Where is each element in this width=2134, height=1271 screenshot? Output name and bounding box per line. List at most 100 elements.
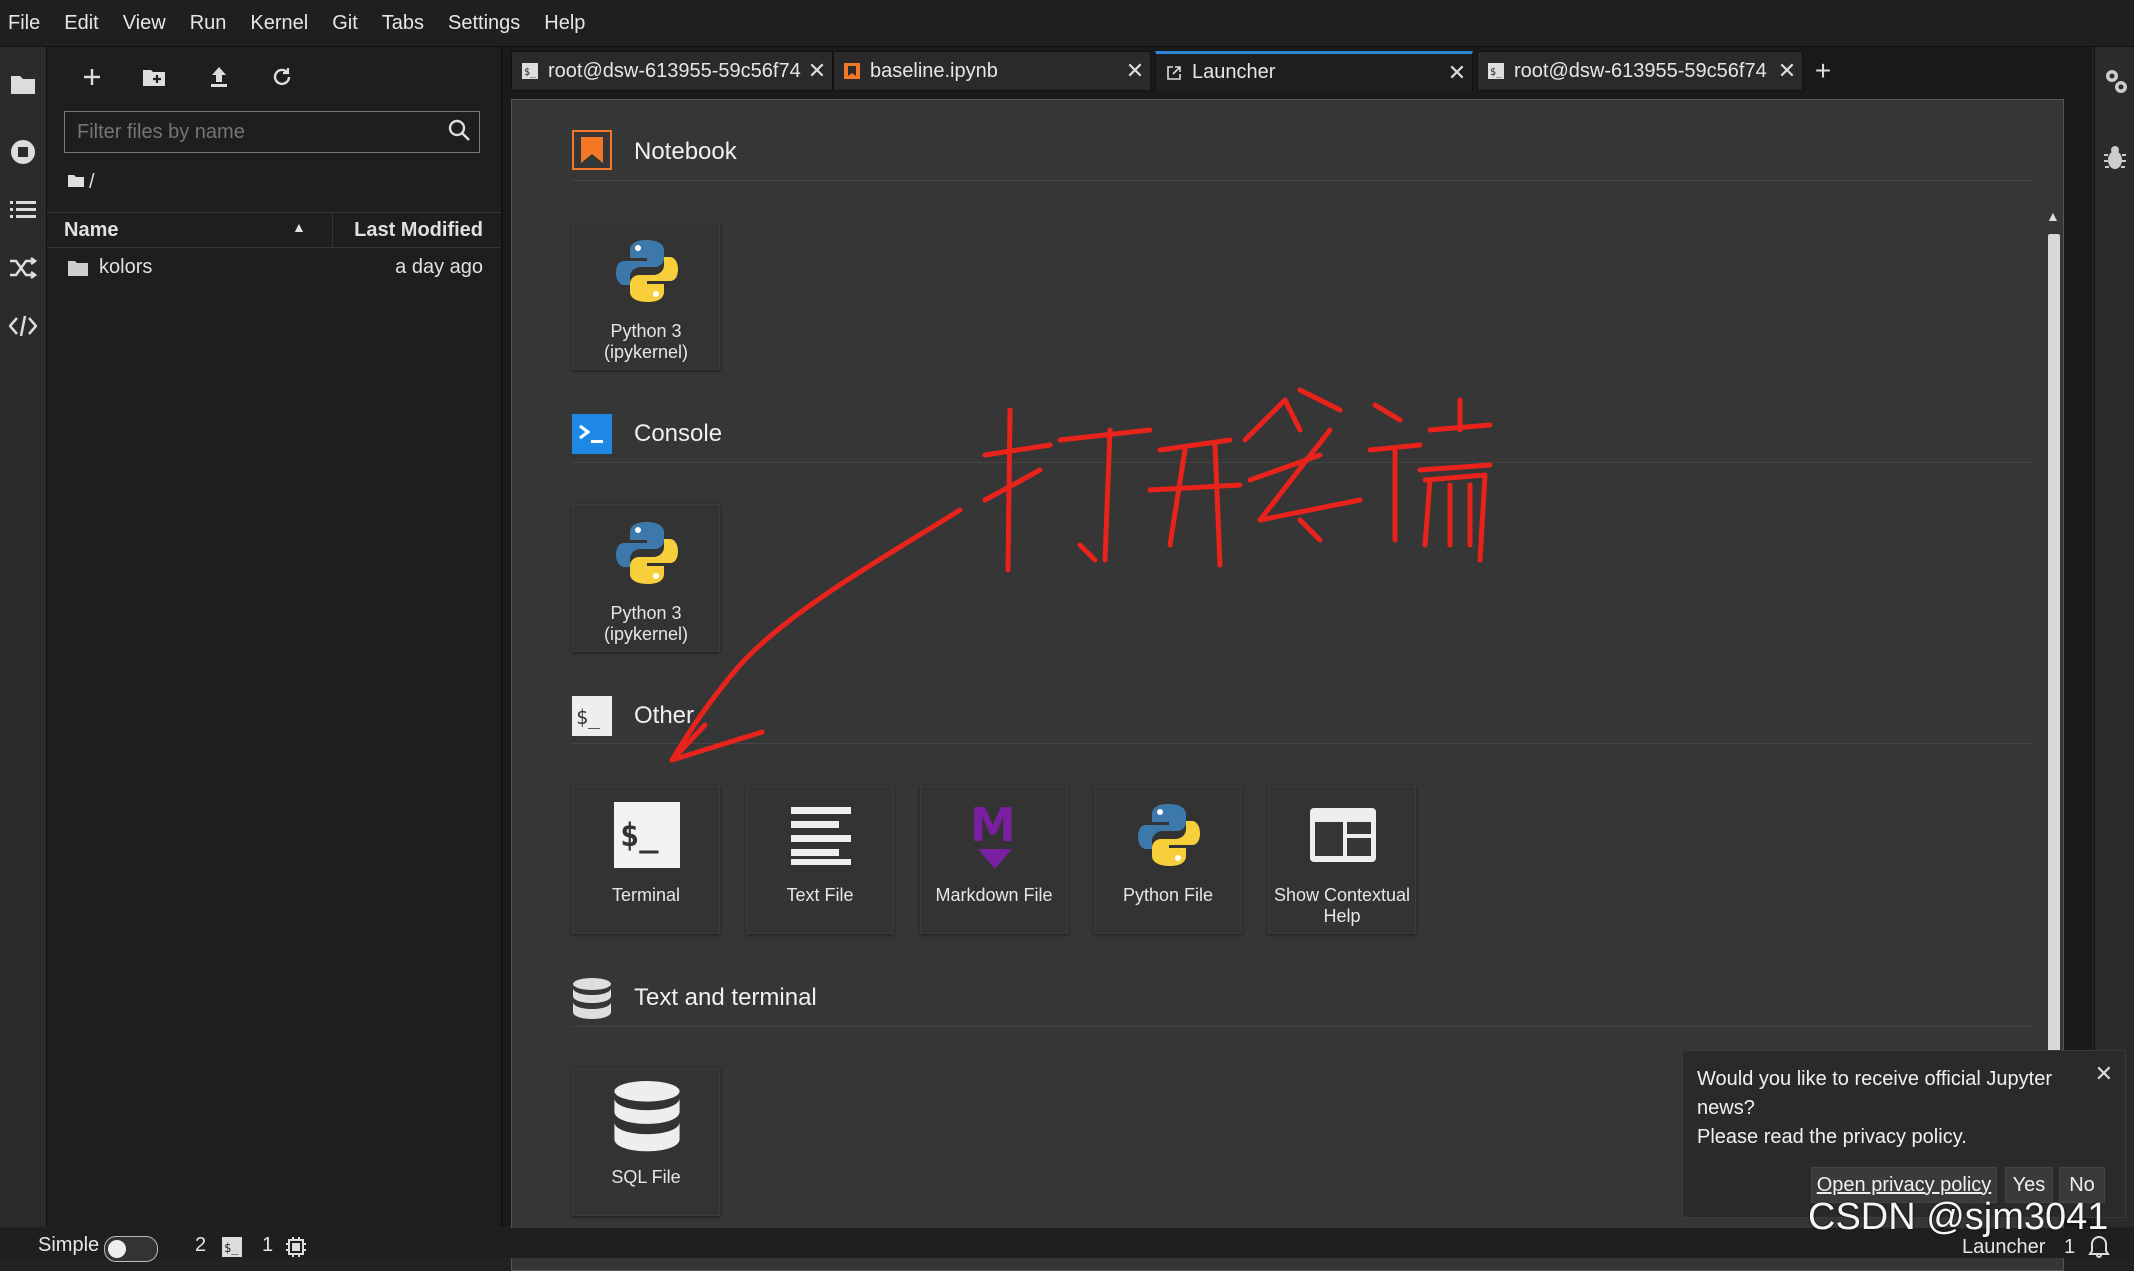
new-folder-button[interactable]: [137, 60, 171, 94]
menu-help[interactable]: Help: [532, 0, 597, 46]
menu-run[interactable]: Run: [178, 0, 239, 46]
add-tab-button[interactable]: +: [1805, 51, 1841, 91]
git-shuffle-icon[interactable]: [6, 251, 40, 285]
menu-file[interactable]: File: [0, 0, 52, 46]
close-icon[interactable]: ✕: [1442, 60, 1472, 86]
svg-text:$_: $_: [576, 705, 601, 729]
breadcrumb[interactable]: /: [67, 171, 95, 194]
notification-count[interactable]: 1: [2064, 1236, 2075, 1259]
file-browser: / Name ▲ Last Modified kolors a day ago: [47, 47, 503, 1227]
launcher-scrollbar[interactable]: ▲: [2043, 204, 2063, 1144]
notification-message: Would you like to receive official Jupyt…: [1697, 1065, 2077, 1152]
tab-terminal-1[interactable]: $_ root@dsw-613955-59c56f74 ✕: [511, 51, 833, 91]
card-label: SQL File: [611, 1167, 681, 1187]
notebook-section-icon: [572, 130, 612, 175]
csdn-watermark: CSDN @sjm3041: [1808, 1196, 2109, 1238]
card-label: Python File: [1122, 885, 1214, 905]
kernel-status-chip-icon: [285, 1236, 307, 1264]
other-section-icon: $_: [572, 696, 612, 741]
folder-icon: [67, 171, 85, 194]
new-launcher-button[interactable]: [75, 60, 109, 94]
database-icon: [609, 1079, 685, 1155]
launcher-card-contextual-help[interactable]: Show Contextual Help: [1268, 786, 1416, 934]
code-snippets-icon[interactable]: [6, 309, 40, 343]
running-kernels-icon[interactable]: [6, 135, 40, 169]
card-label: Markdown File: [935, 885, 1053, 905]
sort-ascending-icon[interactable]: ▲: [292, 219, 306, 235]
markdown-icon: M: [957, 797, 1033, 873]
card-label: Python 3 (ipykernel): [603, 321, 689, 362]
menu-edit[interactable]: Edit: [52, 0, 110, 46]
card-label: Show Contextual Help: [1273, 885, 1411, 926]
terminal-count[interactable]: 1: [262, 1234, 273, 1257]
svg-text:$_: $_: [1490, 67, 1503, 78]
property-inspector-gears-icon[interactable]: [2103, 67, 2129, 100]
menu-git[interactable]: Git: [320, 0, 370, 46]
simple-mode-toggle[interactable]: [104, 1236, 158, 1262]
card-label: Terminal: [611, 885, 681, 905]
tab-launcher[interactable]: Launcher ✕: [1155, 51, 1473, 91]
column-last-modified-header[interactable]: Last Modified: [354, 219, 483, 242]
breadcrumb-root[interactable]: /: [89, 171, 95, 194]
section-divider: [572, 462, 2032, 463]
close-icon[interactable]: ✕: [1120, 58, 1150, 84]
section-title-console: Console: [634, 420, 723, 447]
file-list-header: Name ▲ Last Modified: [47, 212, 501, 248]
filter-files-input[interactable]: [65, 112, 439, 152]
menu-settings[interactable]: Settings: [436, 0, 532, 46]
tab-notebook[interactable]: baseline.ipynb ✕: [833, 51, 1151, 91]
scroll-up-icon[interactable]: ▲: [2046, 208, 2060, 224]
python-logo-icon: [609, 515, 685, 591]
notification-line-2: Please read the privacy policy.: [1697, 1126, 1967, 1148]
menu-kernel[interactable]: Kernel: [238, 0, 320, 46]
terminal-icon: $_: [609, 797, 685, 873]
launcher-icon: [1166, 65, 1182, 81]
notification-line-1: Would you like to receive official Jupyt…: [1697, 1068, 2052, 1119]
text-file-icon: [783, 797, 859, 873]
debugger-bug-icon[interactable]: [2103, 145, 2127, 176]
folder-icon: [67, 259, 89, 283]
table-of-contents-icon[interactable]: [6, 193, 40, 227]
card-label: Python 3 (ipykernel): [603, 603, 689, 644]
kernel-count[interactable]: 2: [195, 1234, 206, 1257]
scrollbar-thumb[interactable]: [2048, 234, 2060, 1114]
upload-button[interactable]: [202, 60, 236, 94]
search-icon: [447, 118, 471, 147]
launcher-card-python-file[interactable]: Python File: [1094, 786, 1242, 934]
tab-label: root@dsw-613955-59c56f74: [548, 59, 801, 82]
file-row[interactable]: kolors a day ago: [47, 247, 501, 287]
tab-label: Launcher: [1192, 61, 1276, 83]
menu-tabs[interactable]: Tabs: [370, 0, 436, 46]
folder-icon[interactable]: [6, 67, 40, 101]
file-modified: a day ago: [395, 256, 483, 278]
tab-terminal-2[interactable]: $_ root@dsw-613955-59c56f74 ✕: [1477, 51, 1803, 91]
launcher-card-terminal[interactable]: $_ Terminal: [572, 786, 720, 934]
launcher-card-notebook-python3[interactable]: Python 3 (ipykernel): [572, 222, 720, 370]
file-name: kolors: [99, 256, 153, 278]
launcher-card-sql-file[interactable]: SQL File: [572, 1068, 720, 1216]
launcher-card-console-python3[interactable]: Python 3 (ipykernel): [572, 504, 720, 652]
svg-text:$_: $_: [620, 816, 659, 854]
svg-text:$_: $_: [224, 1241, 239, 1255]
launcher-card-text-file[interactable]: Text File: [746, 786, 894, 934]
section-divider: [572, 1026, 2032, 1027]
contextual-help-icon: [1305, 797, 1381, 873]
column-divider[interactable]: [332, 213, 333, 247]
close-icon[interactable]: ✕: [2095, 1061, 2113, 1087]
menu-view[interactable]: View: [111, 0, 178, 46]
close-icon[interactable]: ✕: [802, 58, 832, 84]
section-title-other: Other: [634, 702, 695, 729]
filter-files-field[interactable]: [64, 111, 480, 153]
section-divider: [572, 743, 2032, 744]
simple-mode-label: Simple: [38, 1234, 100, 1256]
python-logo-icon: [609, 233, 685, 309]
terminal-icon: $_: [1488, 63, 1504, 79]
svg-text:$_: $_: [524, 67, 537, 78]
close-icon[interactable]: ✕: [1772, 58, 1802, 84]
menu-bar: File Edit View Run Kernel Git Tabs Setti…: [0, 0, 2134, 47]
launcher-card-markdown-file[interactable]: M Markdown File: [920, 786, 1068, 934]
section-divider: [572, 180, 2032, 181]
status-launcher-label: Launcher: [1962, 1236, 2046, 1258]
refresh-button[interactable]: [265, 60, 299, 94]
column-name-header[interactable]: Name: [64, 219, 118, 242]
